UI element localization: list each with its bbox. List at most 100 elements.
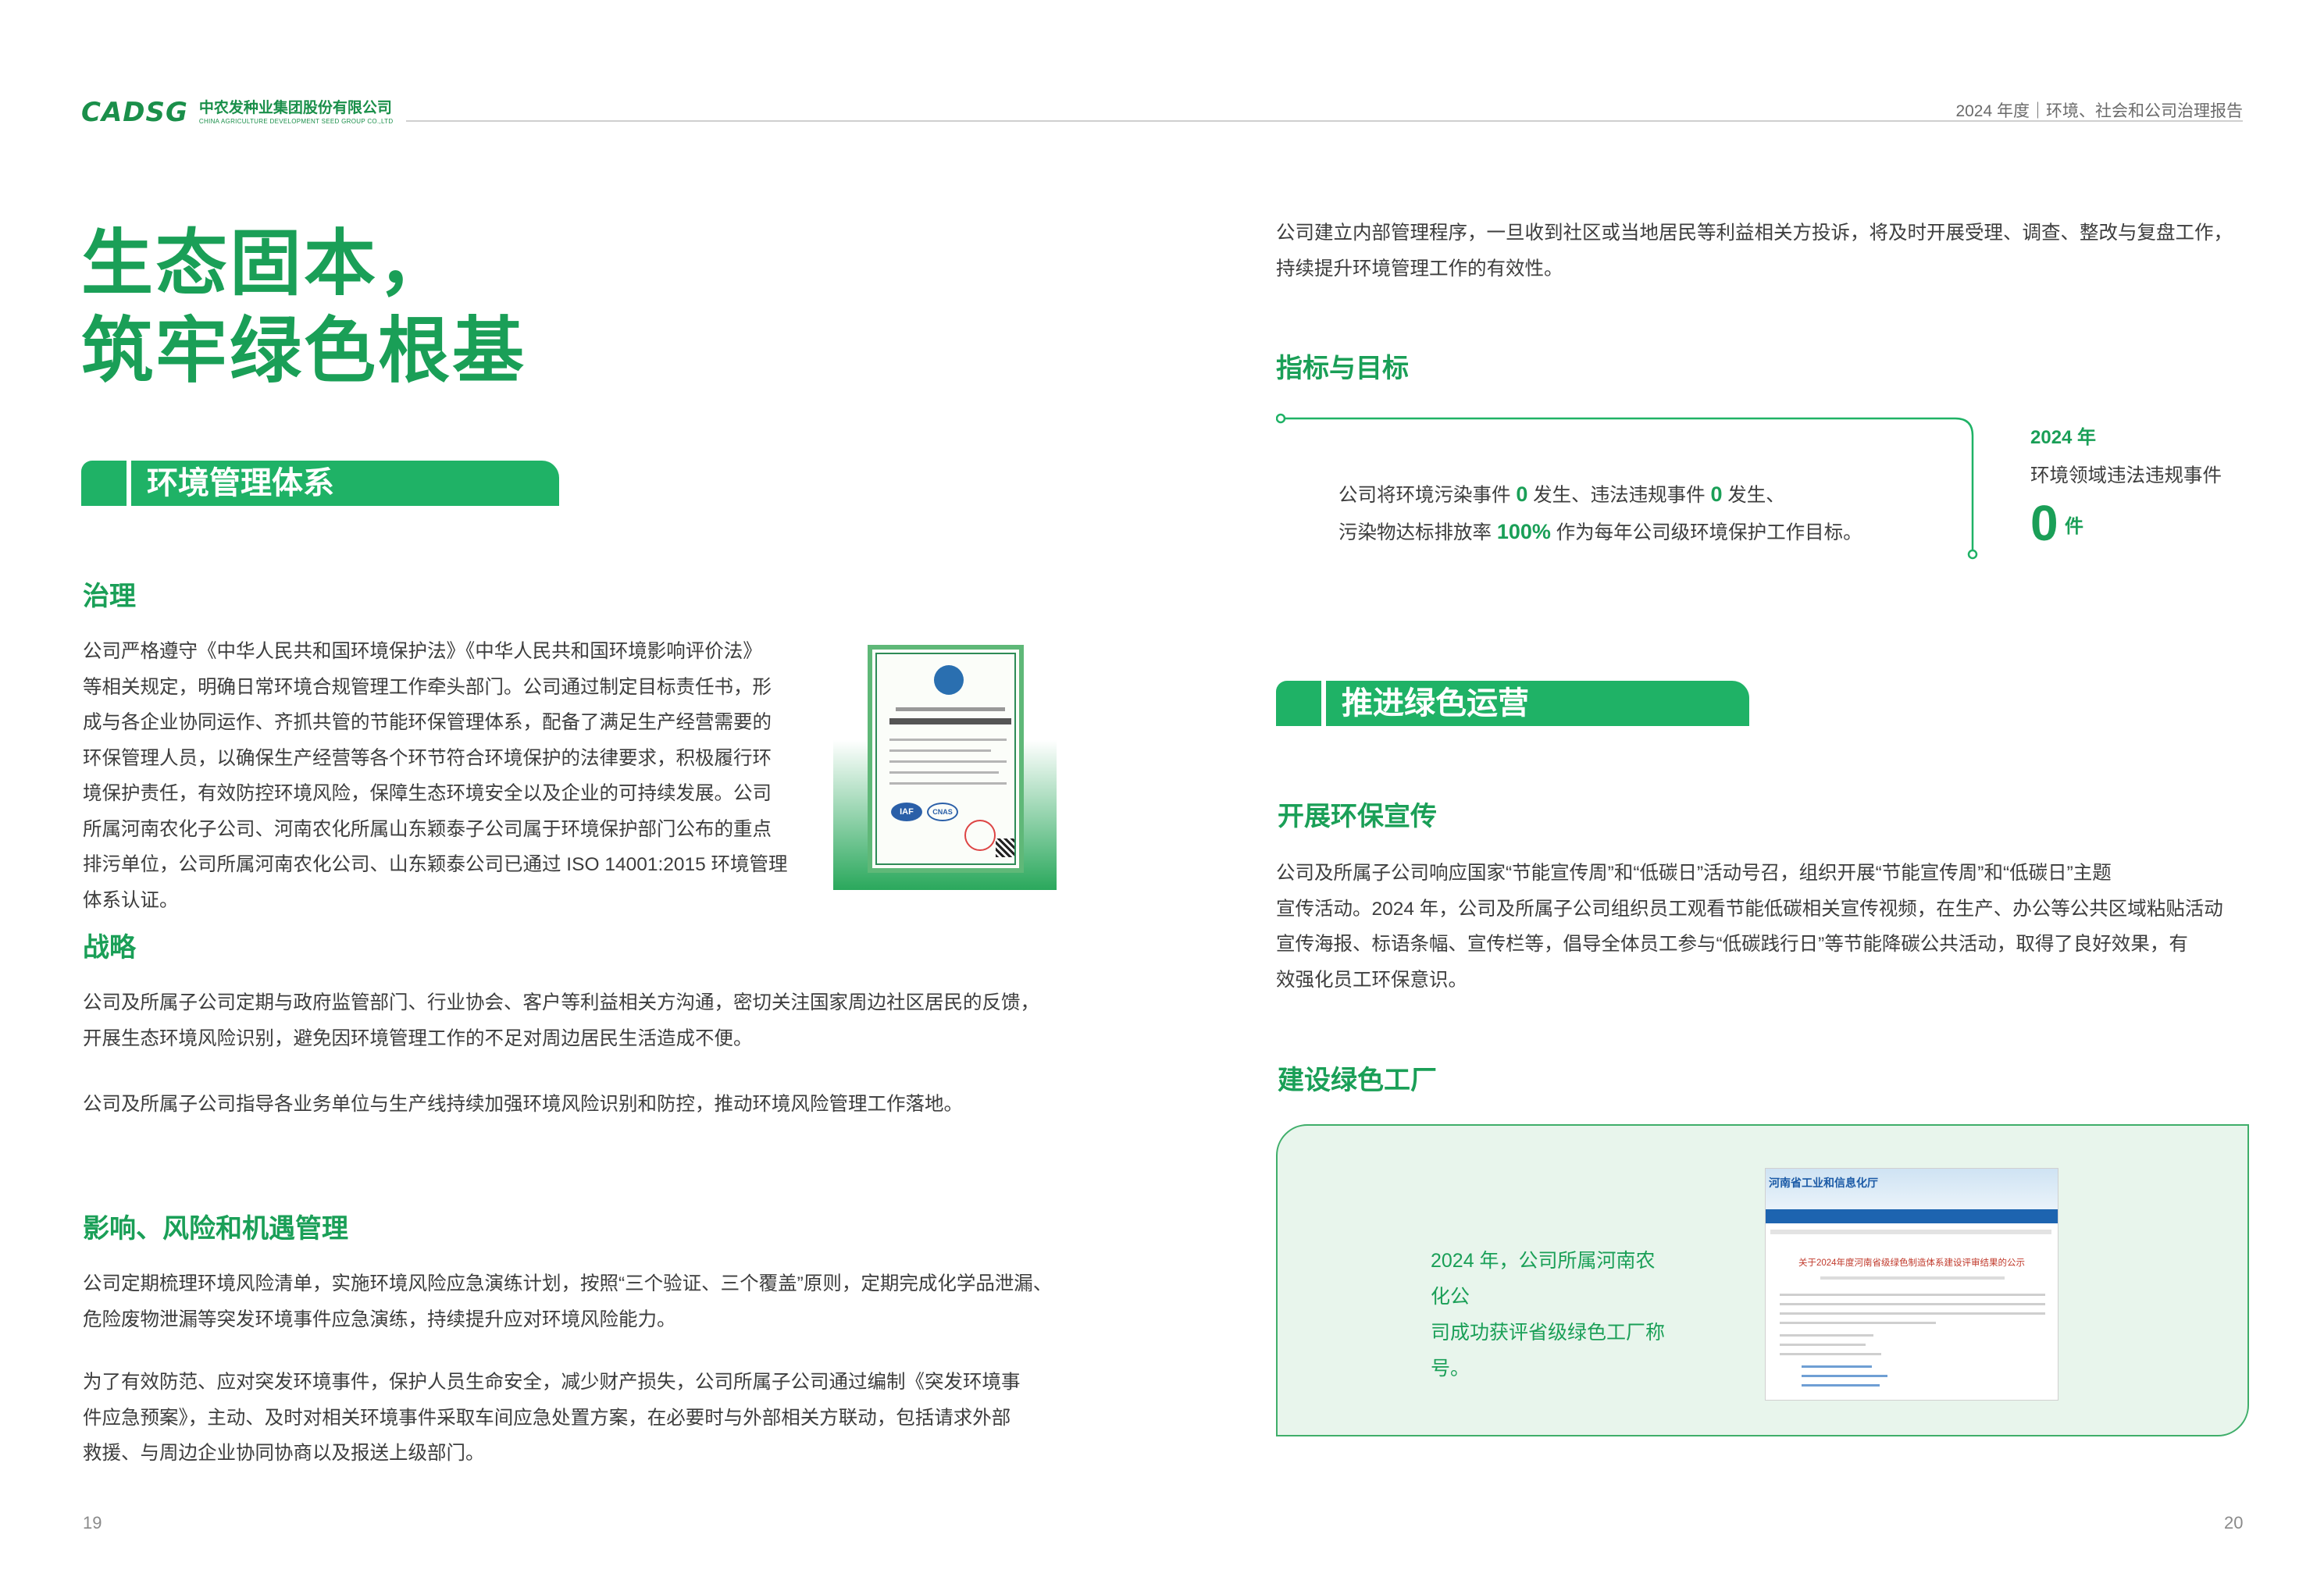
governance-line: 环保管理人员，以确保生产经营等各个环节符合环境保护的法律要求，积极履行环 (83, 747, 772, 769)
governance-line: 排污单位，公司所属河南农化公司、山东颖泰公司已通过 ISO 14001:2015… (83, 854, 788, 875)
notice-site-title: 河南省工业和信息化厅 (1769, 1177, 1878, 1189)
kpi-unit: 件 (2065, 516, 2083, 537)
logo-mark: CADSG (81, 97, 188, 128)
green-factory-line: 司成功获评省级绿色工厂称号。 (1431, 1322, 1666, 1379)
targets-text-part: 公司将环境污染事件 (1338, 485, 1517, 506)
green-factory-line: 2024 年，公司所属河南农化公 (1431, 1250, 1656, 1308)
targets-text-part: 发生、违法违规事件 (1527, 485, 1711, 506)
certificate: IAF CNAS (868, 645, 1024, 873)
company-name-cn: 中农发种业集团股份有限公司 (198, 99, 392, 116)
notice-attachment-link (1802, 1384, 1880, 1387)
notice-text-line (1780, 1353, 1881, 1355)
logo-text: 中农发种业集团股份有限公司 CHINA AGRICULTURE DEVELOPM… (199, 101, 394, 125)
targets-text-part: 作为每年公司级环境保护工作目标。 (1550, 522, 1862, 543)
notice-attachment-link (1802, 1375, 1887, 1377)
complaint-line: 持续提升环境管理工作的有效性。 (1276, 258, 1563, 279)
report-title: 2024 年度｜环境、社会和公司治理报告 (1955, 102, 2243, 120)
kpi-year: 2024 年 (2030, 427, 2097, 448)
government-notice-screenshot: 河南省工业和信息化厅 关于2024年度河南省级绿色制造体系建设评审结果的公示 (1765, 1168, 2058, 1401)
green-factory-text: 2024 年，公司所属河南农化公 司成功获评省级绿色工厂称号。 (1431, 1243, 1673, 1387)
governance-line: 境保护责任，有效防控环境风险，保障生态环境安全以及企业的可持续发展。公司 (83, 783, 772, 804)
risk-line: 危险废物泄漏等突发环境事件应急演练，持续提升应对环境风险能力。 (83, 1308, 676, 1330)
notice-meta (1820, 1276, 2005, 1280)
notice-nav-bar (1766, 1209, 2058, 1223)
banner-title: 环境管理体系 (131, 461, 559, 506)
notice-text-line (1780, 1334, 1873, 1337)
strategy-line: 开展生态环境风险识别，避免因环境管理工作的不足对周边居民生活造成不便。 (83, 1027, 753, 1049)
notice-text-line (1780, 1344, 1866, 1346)
notice-breadcrumb (1770, 1230, 2051, 1234)
page-number-left: 19 (83, 1513, 102, 1533)
certificate-line (889, 782, 1007, 785)
factory-heading: 建设绿色工厂 (1278, 1066, 1437, 1095)
iaf-logo: IAF (891, 803, 922, 821)
governance-heading: 治理 (83, 582, 136, 611)
governance-line: 公司严格遵守《中华人民共和国环境保护法》《中华人民共和国环境影响评价法》 (83, 641, 762, 662)
notice-headline: 关于2024年度河南省级绿色制造体系建设评审结果的公示 (1798, 1258, 2026, 1268)
strategy-paragraph-2: 公司及所属子公司指导各业务单位与生产线持续加强环境风险识别和防控，推动环境风险管… (83, 1094, 963, 1115)
hero-line-2: 筑牢绿色根基 (81, 311, 527, 391)
targets-callout: 公司将环境污染事件 0 发生、违法违规事件 0 发生、 污染物达标排放率 100… (1276, 412, 1979, 561)
promotion-line: 宣传活动。2024 年，公司及所属子公司组织员工观看节能低碳相关宣传视频，在生产… (1276, 898, 2223, 920)
strategy-line: 公司及所属子公司定期与政府监管部门、行业协会、客户等利益相关方沟通，密切关注国家… (83, 992, 1039, 1013)
banner-title: 推进绿色运营 (1326, 681, 1749, 726)
hero-line-1: 生态固本， (81, 224, 453, 304)
governance-line: 所属河南农化子公司、河南农化所属山东颖泰子公司属于环境保护部门公布的重点 (83, 818, 772, 840)
strategy-paragraph-1: 公司及所属子公司定期与政府监管部门、行业协会、客户等利益相关方沟通，密切关注国家… (83, 985, 1075, 1056)
risk-heading: 影响、风险和机遇管理 (83, 1214, 348, 1244)
promotion-paragraph: 公司及所属子公司响应国家“节能宣传周”和“低碳日”活动号召，组织开展“节能宣传周… (1276, 856, 2249, 998)
targets-text: 公司将环境污染事件 0 发生、违法违规事件 0 发生、 污染物达标排放率 100… (1338, 476, 1862, 551)
certificate-line (889, 739, 1007, 741)
certificate-emblem-icon (934, 665, 964, 695)
promotion-line: 宣传海报、标语条幅、宣传栏等，倡导全体员工参与“低碳践行日”等节能降碳公共活动，… (1276, 934, 2188, 955)
targets-text-part: 污染物达标排放率 (1338, 522, 1497, 543)
risk-paragraph-2: 为了有效防范、应对突发环境事件，保护人员生命安全，减少财产损失，公司所属子公司通… (83, 1365, 1075, 1472)
promotion-line: 效强化员工环保意识。 (1276, 969, 1467, 991)
risk-line: 公司定期梳理环境风险清单，实施环境风险应急演练计划，按照“三个验证、三个覆盖”原… (83, 1273, 1053, 1294)
hero-title: 生态固本， 筑牢绿色根基 (81, 220, 526, 395)
violation-incidents-value: 0 (1710, 482, 1723, 506)
notice-text-line (1780, 1303, 2045, 1305)
risk-line: 救援、与周边企业协同协商以及报送上级部门。 (83, 1443, 485, 1464)
promotion-heading: 开展环保宣传 (1278, 802, 1437, 831)
kpi-label: 环境领域违法违规事件 (2030, 465, 2222, 486)
risk-line: 为了有效防范、应对突发环境事件，保护人员生命安全，减少财产损失，公司所属子公司通… (83, 1372, 1021, 1393)
governance-line: 体系认证。 (83, 889, 179, 911)
targets-text-part: 发生、 (1722, 485, 1785, 506)
notice-text-line (1780, 1294, 2045, 1296)
governance-paragraph: 公司严格遵守《中华人民共和国环境保护法》《中华人民共和国环境影响评价法》 等相关… (83, 634, 809, 918)
discharge-compliance-rate-value: 100% (1496, 520, 1551, 543)
notice-text-line (1780, 1322, 1936, 1324)
notice-text-line (1780, 1312, 2045, 1315)
page-header: CADSG 中农发种业集团股份有限公司 CHINA AGRICULTURE DE… (0, 0, 2324, 133)
banner-tab (81, 461, 127, 506)
green-factory-box: 2024 年，公司所属河南农化公 司成功获评省级绿色工厂称号。 河南省工业和信息… (1276, 1124, 2249, 1436)
risk-line: 件应急预案》，主动、及时对相关环境事件采取车间应急处置方案，在必要时与外部相关方… (83, 1407, 1011, 1429)
company-logo: CADSG 中农发种业集团股份有限公司 CHINA AGRICULTURE DE… (81, 97, 393, 128)
pollution-incidents-value: 0 (1516, 482, 1528, 506)
cnas-logo: CNAS (927, 803, 958, 821)
complaint-line: 公司建立内部管理程序，一旦收到社区或当地居民等利益相关方投诉，将及时开展受理、调… (1276, 222, 2233, 244)
iso-certificate-image: IAF CNAS (833, 640, 1057, 890)
governance-line: 成与各企业协同运作、齐抓共管的节能环保管理体系，配备了满足生产经营需要的 (83, 712, 772, 733)
company-name-en: CHINA AGRICULTURE DEVELOPMENT SEED GROUP… (198, 117, 394, 125)
page-number-right: 20 (2224, 1513, 2244, 1533)
governance-line: 等相关规定，明确日常环境合规管理工作牵头部门。公司通过制定目标责任书，形 (83, 676, 772, 698)
certificate-line (889, 749, 991, 752)
qr-code-icon (996, 838, 1014, 857)
certificate-line (889, 771, 999, 774)
strategy-heading: 战略 (83, 933, 136, 963)
banner-tab (1276, 681, 1321, 726)
section-banner-env-management: 环境管理体系 (81, 461, 559, 506)
section-banner-green-operations: 推进绿色运营 (1276, 681, 1749, 726)
red-seal-stamp-icon (964, 820, 996, 851)
targets-line-1: 公司将环境污染事件 0 发生、违法违规事件 0 发生、 (1338, 476, 1862, 514)
certificate-title (889, 718, 1011, 724)
certificate-line (889, 760, 1007, 763)
promotion-line: 公司及所属子公司响应国家“节能宣传周”和“低碳日”活动号召，组织开展“节能宣传周… (1276, 863, 2112, 884)
targets-line-2: 污染物达标排放率 100% 作为每年公司级环境保护工作目标。 (1338, 514, 1862, 551)
kpi-value: 0 (2030, 495, 2058, 551)
complaint-paragraph: 公司建立内部管理程序，一旦收到社区或当地居民等利益相关方投诉，将及时开展受理、调… (1276, 215, 2249, 287)
certificate-subtitle (896, 707, 1005, 711)
notice-attachment-link (1802, 1365, 1872, 1368)
